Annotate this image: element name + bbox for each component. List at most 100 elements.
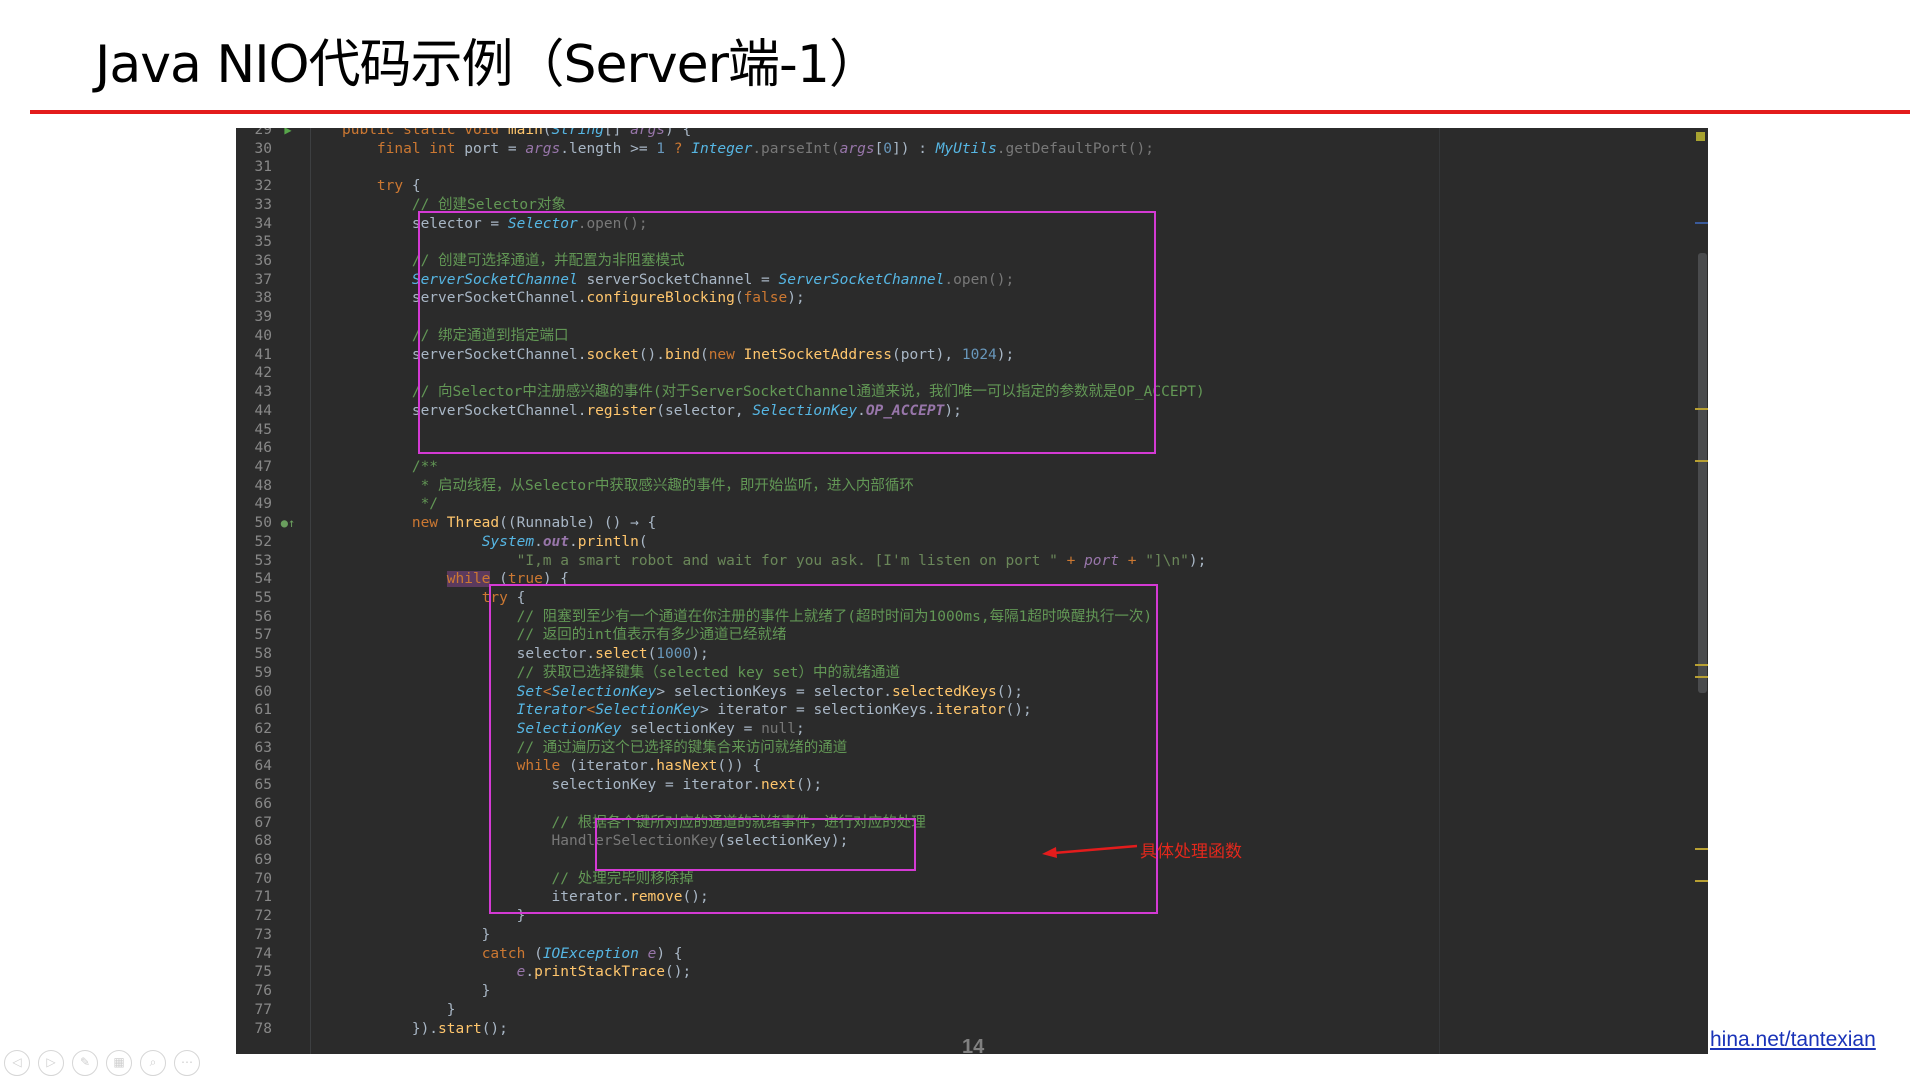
code-line: 53 "I,m a smart robot and wait for you a…	[236, 552, 1207, 571]
scroll-marker	[1695, 676, 1708, 678]
code-line: 64 while (iterator.hasNext()) {	[236, 757, 1206, 776]
right-margin-guide	[1439, 128, 1440, 1054]
line-number: 61	[254, 702, 272, 719]
line-number: 32	[254, 178, 272, 195]
code-editor: 29 ▶ public static void main(String[] args…	[236, 128, 1708, 1054]
line-number: 70	[254, 870, 272, 887]
line-number: 39	[254, 309, 272, 326]
code-line: 35	[236, 233, 1206, 252]
code-line: 63 // 通过遍历这个已选择的键集合来访问就绪的通道	[236, 739, 1206, 758]
code-line: 44 serverSocketChannel.register(selector…	[236, 402, 1206, 421]
line-number: 74	[254, 945, 272, 962]
code-line: 37 ServerSocketChannel serverSocketChann…	[236, 271, 1206, 290]
code-line: 41 serverSocketChannel.socket().bind(new…	[236, 346, 1206, 365]
code-line: 46	[236, 439, 1206, 458]
line-number: 62	[254, 721, 272, 737]
line-number: 66	[254, 795, 272, 812]
line-number: 55	[254, 589, 272, 606]
page-number: 14	[962, 1036, 985, 1058]
code-line: 52 System.out.println(	[236, 533, 1206, 552]
line-number: 63	[254, 739, 272, 756]
line-number: 67	[254, 814, 272, 831]
source-url-link[interactable]: hina.net/tantexian	[1710, 1028, 1876, 1052]
code-line: 40 // 绑定通道到指定端口	[236, 327, 1206, 346]
scroll-marker	[1695, 460, 1708, 462]
line-number: 42	[254, 365, 272, 382]
slides-grid-icon[interactable]: ▦	[106, 1050, 132, 1076]
line-number: 44	[254, 402, 272, 419]
line-number: 68	[254, 833, 272, 850]
line-number: 75	[254, 964, 272, 981]
line-number: 43	[254, 384, 272, 401]
line-number: 73	[254, 926, 272, 943]
pen-icon[interactable]: ✎	[72, 1050, 98, 1076]
code-line: 55 try {	[236, 589, 1206, 608]
code-line: 62 SelectionKey selectionKey = null;	[236, 720, 1206, 739]
code-line: 77 }	[236, 1001, 1206, 1020]
line-number: 52	[254, 533, 272, 550]
line-number: 41	[254, 346, 272, 363]
code-line: 72 }	[236, 907, 1206, 926]
annotation-label: 具体处理函数	[1140, 842, 1242, 862]
line-number: 72	[254, 908, 272, 925]
line-number: 40	[254, 327, 272, 344]
code-line: 39	[236, 308, 1206, 327]
code-line: 50 ●↑ new Thread((Runnable) () → {	[236, 514, 1206, 533]
code-line: 66	[236, 795, 1206, 814]
line-number: 31	[254, 159, 272, 176]
override-icon[interactable]: ●↑	[274, 514, 302, 533]
code-line: 29 ▶ public static void main(String[] args…	[236, 128, 1206, 140]
line-number: 54	[254, 571, 272, 588]
line-number: 49	[254, 496, 272, 513]
zoom-icon[interactable]: ⌕	[140, 1050, 166, 1076]
next-slide-icon[interactable]: ▷	[38, 1050, 64, 1076]
code-line: 36 // 创建可选择通道，并配置为非阻塞模式	[236, 252, 1206, 271]
line-number: 57	[254, 627, 272, 644]
previous-slide-icon[interactable]: ◁	[4, 1050, 30, 1076]
line-number: 71	[254, 889, 272, 906]
code-line: 38 serverSocketChannel.configureBlocking…	[236, 289, 1206, 308]
code-line: 56 // 阻塞到至少有一个通道在你注册的事件上就绪了(超时时间为1000ms,…	[236, 608, 1206, 627]
line-number: 69	[254, 852, 272, 869]
line-number: 53	[254, 552, 272, 569]
scrollbar-thumb[interactable]	[1698, 253, 1707, 693]
run-icon[interactable]: ▶	[274, 128, 302, 140]
code-line: 61 Iterator<SelectionKey> iterator = sel…	[236, 701, 1206, 720]
code-lines: 29 ▶ public static void main(String[] args…	[236, 128, 1207, 1038]
code-line: 31	[236, 158, 1206, 177]
slideshow-toolbar: ◁ ▷ ✎ ▦ ⌕ ⋯	[4, 1050, 200, 1076]
line-number: 56	[254, 608, 272, 625]
line-number: 60	[254, 683, 272, 700]
code-line: 32 try {	[236, 177, 1206, 196]
code-line: 60 Set<SelectionKey> selectionKeys = sel…	[236, 683, 1206, 702]
code-line: 42	[236, 364, 1206, 383]
code-line: 65 selectionKey = iterator.next();	[236, 776, 1206, 795]
line-number: 45	[254, 421, 272, 438]
line-number: 37	[254, 271, 272, 288]
line-number: 77	[254, 1001, 272, 1018]
code-line: 54 while (true) {	[236, 570, 1206, 589]
line-number: 76	[254, 983, 272, 1000]
line-number: 30	[254, 140, 272, 157]
code-line: 67 // 根据各个键所对应的通道的就绪事件，进行对应的处理	[236, 814, 1206, 833]
scroll-marker	[1695, 408, 1708, 410]
code-line: 58 selector.select(1000);	[236, 645, 1206, 664]
inspection-status-icon[interactable]	[1696, 132, 1705, 141]
code-line: 34 selector = Selector.open();	[236, 215, 1206, 234]
more-options-icon[interactable]: ⋯	[174, 1050, 200, 1076]
code-line: 43 // 向Selector中注册感兴趣的事件(对于ServerSocketC…	[236, 383, 1206, 402]
code-line: 45	[236, 421, 1206, 440]
slide-title: Java NIO代码示例（Server端-1）	[95, 35, 881, 95]
code-line: 48 * 启动线程，从Selector中获取感兴趣的事件，即开始监听，进入内部循…	[236, 477, 1206, 496]
scroll-marker	[1695, 664, 1708, 666]
code-line: 47 /**	[236, 458, 1206, 477]
line-number: 64	[254, 758, 272, 775]
line-number: 35	[254, 234, 272, 251]
line-number: 29	[254, 128, 272, 138]
code-line: 70 // 处理完毕则移除掉	[236, 870, 1206, 889]
title-divider	[30, 110, 1910, 114]
scroll-marker	[1695, 222, 1708, 224]
line-number: 34	[254, 215, 272, 232]
annotation-arrow	[1042, 844, 1138, 858]
code-line: 59 // 获取已选择键集（selected key set）中的就绪通道	[236, 664, 1206, 683]
